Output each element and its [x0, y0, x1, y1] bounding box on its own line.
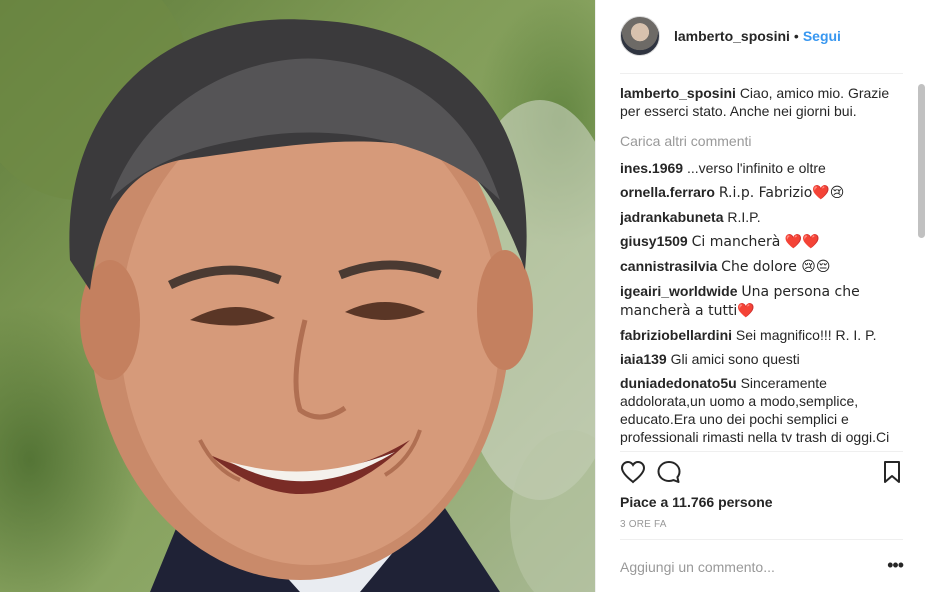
comment-text: Gli amici sono questi [670, 351, 800, 367]
portrait-illustration [0, 0, 595, 592]
author-username[interactable]: lamberto_sposini [674, 28, 790, 44]
comment-item: igeairi_worldwide Una persona che manche… [620, 282, 907, 320]
add-comment-form: ••• [620, 550, 904, 584]
load-more-comments-button[interactable]: Carica altri commenti [620, 132, 907, 150]
comment-username[interactable]: cannistrasilvia [620, 258, 717, 274]
comment-text: Sei magnifico!!! R. I. P. [735, 327, 877, 343]
comment-username[interactable]: fabriziobellardini [620, 327, 732, 343]
post-photo[interactable] [0, 0, 595, 592]
post-sidebar: lamberto_sposini • Segui lamberto_sposin… [595, 0, 928, 592]
header-divider [620, 73, 903, 74]
comments-list[interactable]: lamberto_sposini Ciao, amico mio. Grazie… [620, 84, 907, 450]
comment-form-divider [620, 539, 903, 540]
comment-username[interactable]: jadrankabuneta [620, 209, 723, 225]
comment-text: R.I.P. [727, 209, 761, 225]
post-timestamp: 3 ORE FA [620, 519, 667, 530]
header-separator: • [793, 28, 799, 44]
comment-username[interactable]: igeairi_worldwide [620, 283, 737, 299]
post-header: lamberto_sposini • Segui [596, 0, 928, 72]
author-avatar[interactable] [620, 16, 660, 56]
comment-item: jadrankabuneta R.I.P. [620, 208, 907, 226]
comment-item: giusy1509 Ci mancherà ❤️❤️ [620, 232, 907, 251]
comment-item: ornella.ferraro R.i.p. Fabrizio❤️😢 [620, 183, 907, 202]
comment-item: iaia139 Gli amici sono questi [620, 350, 907, 368]
comment-username[interactable]: duniadedonato5u [620, 375, 737, 391]
comment-bubble-icon[interactable] [656, 460, 682, 487]
post-caption: lamberto_sposini Ciao, amico mio. Grazie… [620, 84, 907, 120]
comment-username[interactable]: ornella.ferraro [620, 184, 715, 200]
bookmark-icon[interactable] [882, 460, 902, 487]
more-options-icon[interactable]: ••• [887, 556, 904, 574]
comment-username[interactable]: ines.1969 [620, 160, 683, 176]
comments-scrollbar[interactable] [918, 84, 925, 238]
comment-text: Che dolore 😢😔 [721, 259, 831, 275]
follow-button[interactable]: Segui [803, 28, 841, 44]
post-view: lamberto_sposini • Segui lamberto_sposin… [0, 0, 928, 592]
actions-divider [620, 451, 903, 452]
post-actions [620, 458, 907, 488]
likes-count[interactable]: Piace a 11.766 persone [620, 494, 773, 510]
comment-username[interactable]: giusy1509 [620, 233, 688, 249]
heart-icon[interactable] [620, 460, 646, 487]
comment-item: ines.1969 ...verso l'infinito e oltre [620, 159, 907, 177]
comment-text: ...verso l'infinito e oltre [686, 160, 826, 176]
comment-item: fabriziobellardini Sei magnifico!!! R. I… [620, 326, 907, 344]
comment-item: duniadedonato5u Sinceramente addolorata,… [620, 374, 907, 450]
comment-text: R.i.p. Fabrizio❤️😢 [718, 185, 845, 201]
comment-text: Ci mancherà ❤️❤️ [691, 234, 820, 250]
comment-username[interactable]: iaia139 [620, 351, 667, 367]
caption-username[interactable]: lamberto_sposini [620, 85, 736, 101]
comment-item: cannistrasilvia Che dolore 😢😔 [620, 257, 907, 276]
add-comment-input[interactable] [620, 559, 870, 575]
